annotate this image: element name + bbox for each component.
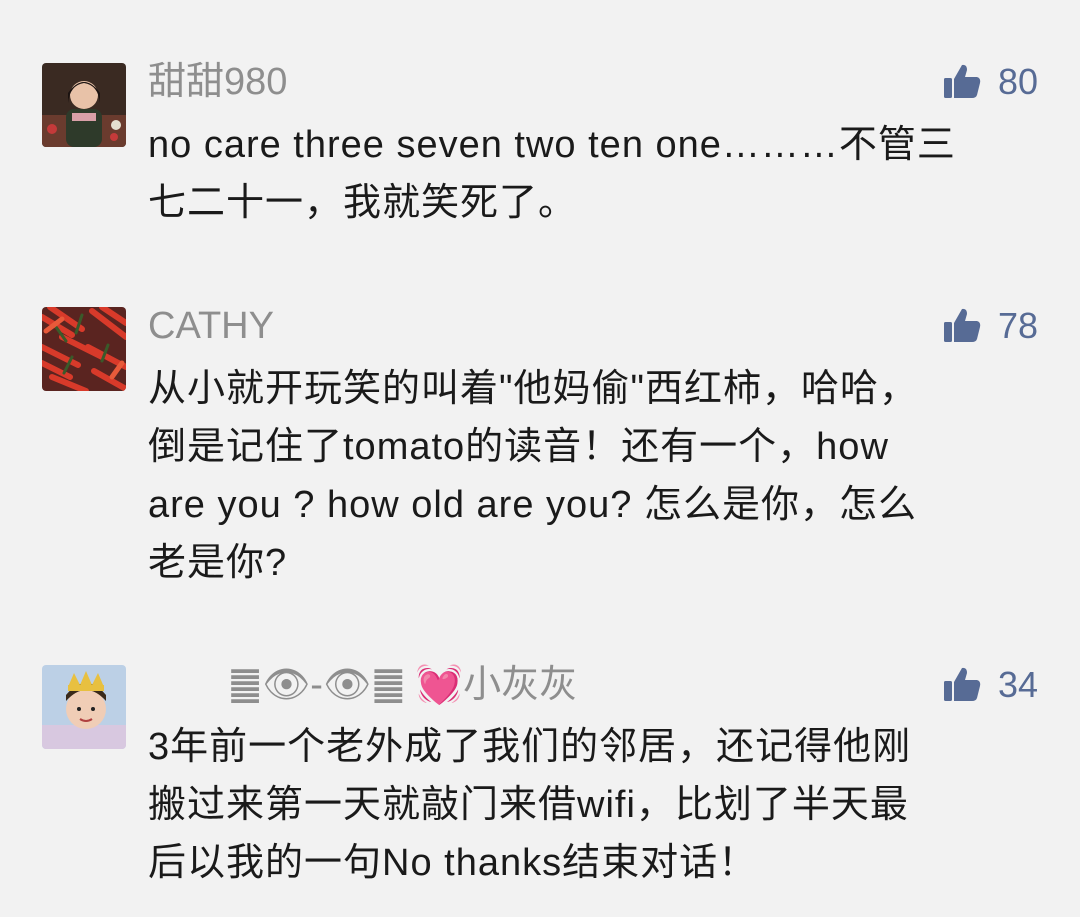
like-count: 80 bbox=[997, 61, 1038, 102]
commenter-name[interactable]: ䷀👁‍-👁䷀ 💓小灰灰 bbox=[228, 663, 577, 707]
comment-line: no care three seven two ten one………不管三 bbox=[148, 124, 956, 166]
comment-text: 从小就开玩笑的叫着"他妈偷"西红柿，哈哈， 倒是记住了tomato的读音！还有一… bbox=[148, 360, 1028, 592]
comment-line: 搬过来第一天就敲门来借wifi，比划了半天最 bbox=[148, 784, 909, 826]
commenter-name[interactable]: CATHY bbox=[148, 304, 274, 348]
avatar[interactable] bbox=[42, 63, 126, 147]
thumbs-up-icon bbox=[942, 62, 982, 102]
thumbs-up-icon bbox=[942, 665, 982, 705]
comment-text: 3年前一个老外成了我们的邻居，还记得他刚 搬过来第一天就敲门来借wifi，比划了… bbox=[148, 718, 1028, 892]
like-button[interactable]: 34 bbox=[942, 663, 1038, 707]
like-count: 34 bbox=[997, 664, 1038, 705]
comment-line: 从小就开玩笑的叫着"他妈偷"西红柿，哈哈， bbox=[148, 368, 918, 410]
commenter-name[interactable]: 甜甜980 bbox=[148, 60, 287, 104]
comment-line: 七二十一，我就笑死了。 bbox=[148, 182, 578, 224]
comment-text: no care three seven two ten one………不管三 七二… bbox=[148, 116, 1028, 232]
like-button[interactable]: 78 bbox=[942, 304, 1038, 348]
comment-line: 3年前一个老外成了我们的邻居，还记得他刚 bbox=[148, 726, 912, 768]
comment-line: 倒是记住了tomato的读音！还有一个，how bbox=[148, 426, 889, 468]
like-button[interactable]: 80 bbox=[942, 60, 1038, 104]
avatar[interactable] bbox=[42, 665, 126, 749]
avatar[interactable] bbox=[42, 307, 126, 391]
comment-line: are you ? how old are you? 怎么是你，怎么 bbox=[148, 484, 917, 526]
comment-line: 老是你? bbox=[148, 542, 288, 584]
thumbs-up-icon bbox=[942, 306, 982, 346]
comment-line: 后以我的一句No thanks结束对话！ bbox=[148, 842, 758, 884]
like-count: 78 bbox=[997, 305, 1038, 346]
